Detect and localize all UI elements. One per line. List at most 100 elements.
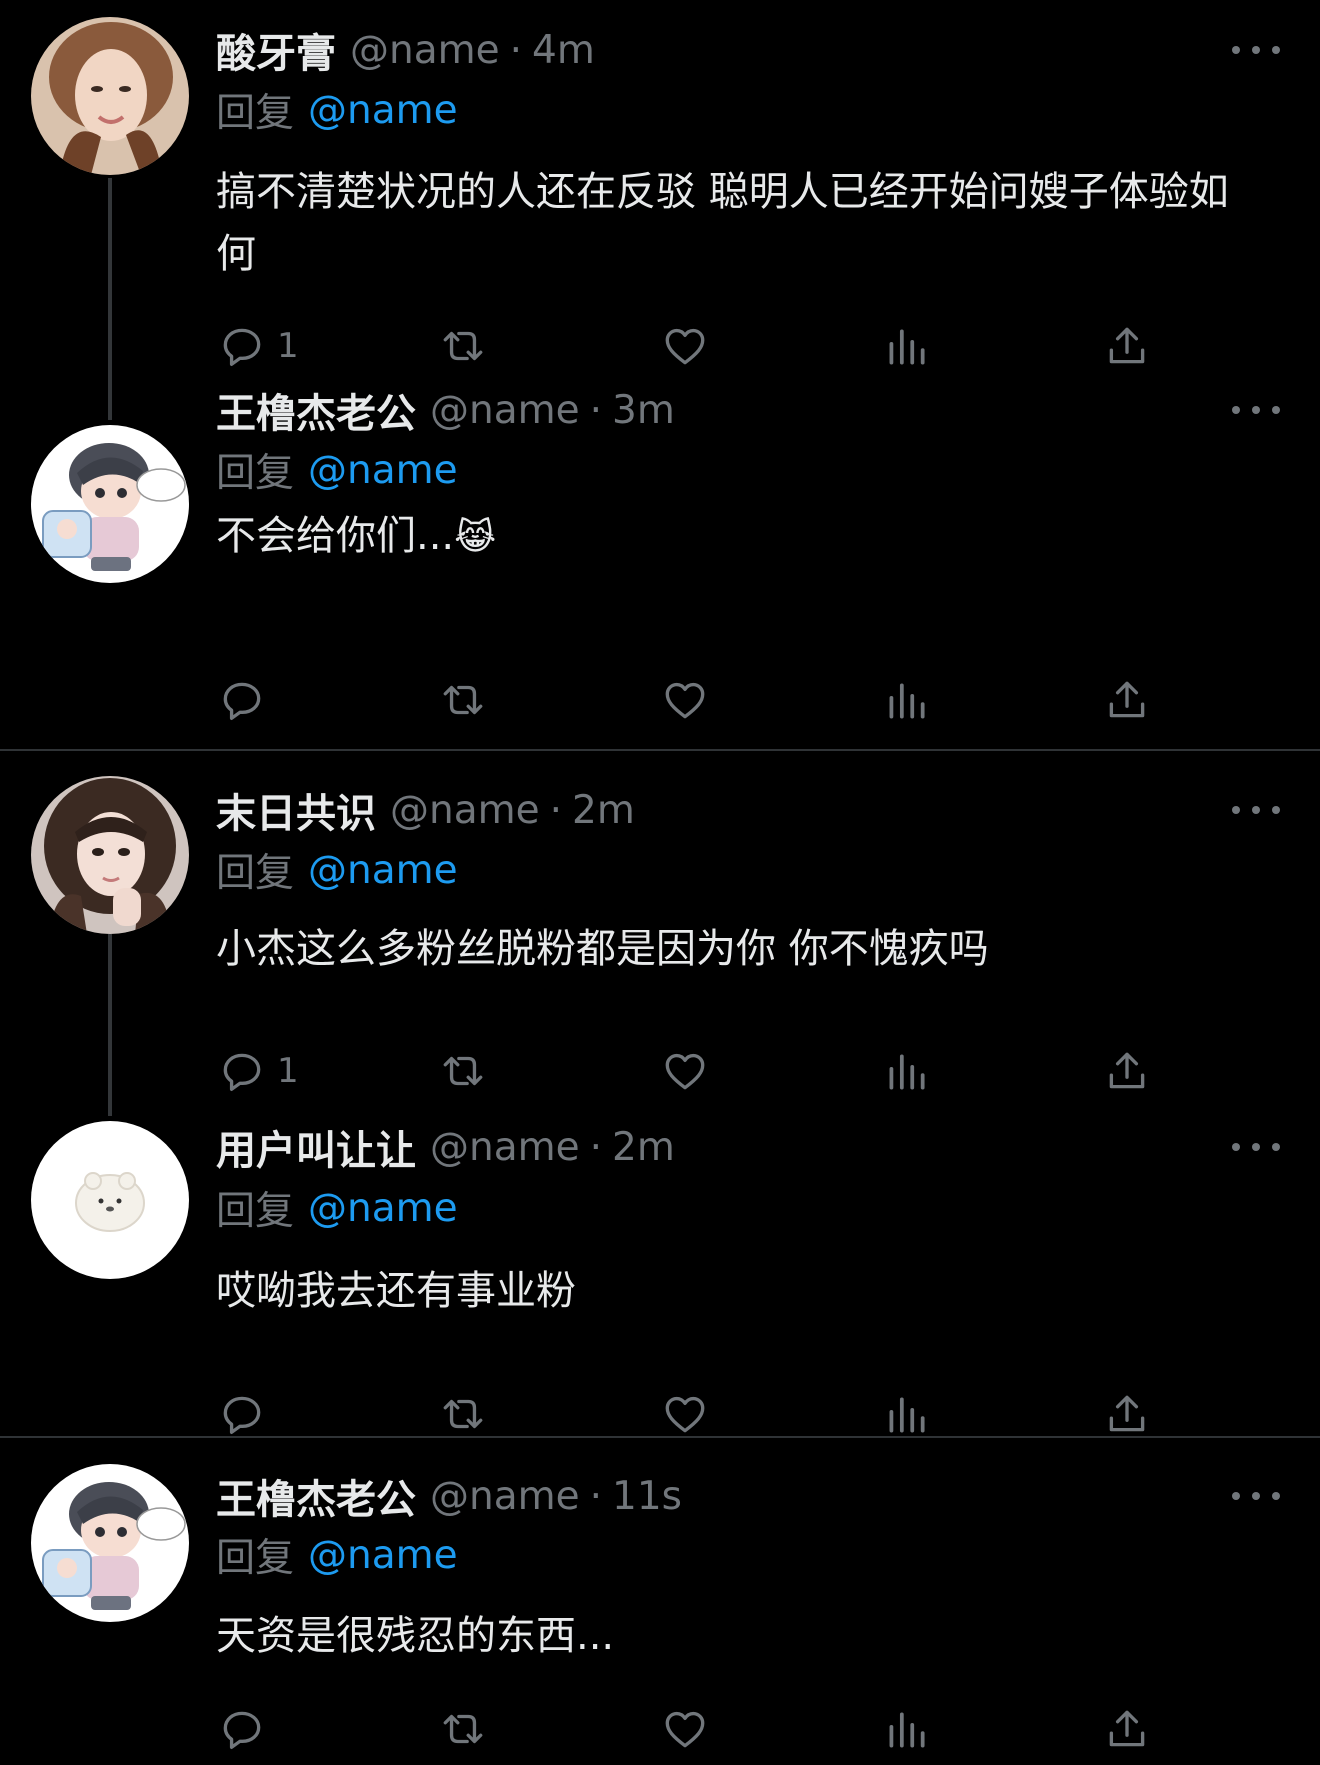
reply-prefix: 回复	[216, 91, 295, 136]
timestamp[interactable]: 4m	[532, 28, 595, 73]
reply-mention-link[interactable]: @name	[308, 448, 458, 493]
reply-mention-link[interactable]: @name	[308, 1533, 458, 1578]
reply-prefix: 回复	[216, 1536, 295, 1581]
reply-button[interactable]	[217, 1701, 277, 1757]
retweet-button[interactable]	[438, 672, 488, 728]
separator-dot: ·	[589, 387, 603, 433]
reply-button[interactable]	[217, 672, 277, 728]
action-bar	[0, 672, 1320, 728]
tweet-text-content: 不会给你们...	[216, 513, 455, 559]
avatar[interactable]	[31, 1121, 189, 1279]
share-button[interactable]	[1102, 318, 1152, 374]
share-upload-icon	[1109, 327, 1145, 364]
tweet-header: 酸牙膏 @name · 4m	[216, 22, 595, 78]
reply-bubble-icon	[223, 682, 261, 720]
separator-dot: ·	[509, 27, 523, 73]
display-name[interactable]: 酸牙膏	[216, 21, 336, 79]
reply-feed: 酸牙膏 @name · 4m 回复 @name 搞不清楚状况的人还在反驳 聪明人…	[0, 0, 1320, 1765]
more-dots-icon[interactable]	[1232, 30, 1280, 70]
more-dots-icon[interactable]	[1232, 1127, 1280, 1167]
share-button[interactable]	[1102, 1386, 1152, 1442]
share-button[interactable]	[1102, 1701, 1152, 1757]
share-upload-icon	[1109, 1710, 1145, 1747]
avatar[interactable]	[31, 425, 189, 583]
avatar[interactable]	[31, 1464, 189, 1622]
timestamp[interactable]: 2m	[612, 1125, 675, 1170]
reply-prefix: 回复	[216, 451, 295, 496]
like-button[interactable]	[660, 672, 710, 728]
user-handle[interactable]: @name	[430, 1125, 580, 1170]
display-name[interactable]: 末日共识	[216, 781, 376, 839]
tweet-item[interactable]: 王橹杰老公 @name · 11s 回复 @name 天资是很残忍的东西...	[0, 1438, 1320, 1765]
views-bar-chart-icon	[889, 1712, 925, 1748]
retweet-button[interactable]	[438, 1386, 488, 1442]
views-bar-chart-icon	[889, 683, 925, 719]
replying-to: 回复 @name	[216, 442, 458, 498]
retweet-button[interactable]	[438, 1043, 488, 1099]
timestamp[interactable]: 3m	[612, 388, 675, 433]
replying-to: 回复 @name	[216, 842, 458, 898]
tweet-header: 用户叫让让 @name · 2m	[216, 1119, 675, 1175]
tweet-header: 王橹杰老公 @name · 3m	[216, 382, 675, 438]
reply-count: 1	[277, 1051, 299, 1091]
tweet-text: 搞不清楚状况的人还在反驳 聪明人已经开始问嫂子体验如何	[216, 169, 1229, 277]
views-bar-chart-icon	[889, 1054, 925, 1090]
action-bar	[0, 1701, 1320, 1757]
white-bun-avatar	[31, 1121, 189, 1279]
user-handle[interactable]: @name	[430, 1474, 580, 1519]
reply-mention-link[interactable]: @name	[308, 848, 458, 893]
like-button[interactable]	[660, 318, 710, 374]
tweet-item[interactable]: 王橹杰老公 @name · 3m 回复 @name 不会给你们...😹	[0, 388, 1320, 750]
display-name[interactable]: 用户叫让让	[216, 1118, 416, 1176]
display-name[interactable]: 王橹杰老公	[216, 381, 416, 439]
share-button[interactable]	[1102, 672, 1152, 728]
retweet-button[interactable]	[438, 1701, 488, 1757]
views-button[interactable]	[881, 1386, 931, 1442]
display-name[interactable]: 王橹杰老公	[216, 1467, 416, 1525]
retweet-icon	[443, 331, 483, 361]
like-button[interactable]	[660, 1701, 710, 1757]
retweet-icon	[443, 1399, 483, 1429]
share-upload-icon	[1109, 1395, 1145, 1432]
user-handle[interactable]: @name	[390, 788, 540, 833]
reply-bubble-icon	[223, 1711, 261, 1749]
action-bar: 1	[0, 1043, 1320, 1099]
reply-button[interactable]: 1	[217, 1043, 299, 1099]
girl-photo-avatar	[31, 776, 189, 934]
tweet-item[interactable]: 末日共识 @name · 2m 回复 @name 小杰这么多粉丝脱粉都是因为你 …	[0, 751, 1320, 1121]
heart-icon	[665, 1396, 705, 1433]
like-button[interactable]	[660, 1386, 710, 1442]
cartoon-boy-avatar	[31, 425, 189, 583]
views-bar-chart-icon	[889, 1397, 925, 1433]
more-dots-icon[interactable]	[1232, 390, 1280, 430]
tweet-item[interactable]: 酸牙膏 @name · 4m 回复 @name 搞不清楚状况的人还在反驳 聪明人…	[0, 0, 1320, 420]
timestamp[interactable]: 11s	[612, 1474, 682, 1519]
reply-button[interactable]	[217, 1386, 277, 1442]
more-dots-icon[interactable]	[1232, 790, 1280, 830]
reply-button[interactable]: 1	[217, 318, 299, 374]
views-button[interactable]	[881, 1043, 931, 1099]
views-button[interactable]	[881, 1701, 931, 1757]
user-handle[interactable]: @name	[430, 388, 580, 433]
laughing-cat-emoji: 😹	[454, 517, 497, 558]
tweet-item[interactable]: 用户叫让让 @name · 2m 回复 @name 哎呦我去还有事业粉	[0, 1121, 1320, 1437]
user-handle[interactable]: @name	[350, 28, 500, 73]
woman-photo-avatar	[31, 17, 189, 175]
like-button[interactable]	[660, 1043, 710, 1099]
avatar[interactable]	[31, 776, 189, 934]
reply-mention-link[interactable]: @name	[308, 1186, 458, 1231]
share-button[interactable]	[1102, 1043, 1152, 1099]
views-button[interactable]	[881, 672, 931, 728]
more-dots-icon[interactable]	[1232, 1476, 1280, 1516]
cartoon-boy-avatar	[31, 1464, 189, 1622]
timestamp[interactable]: 2m	[572, 788, 635, 833]
action-bar	[0, 1386, 1320, 1442]
share-upload-icon	[1109, 681, 1145, 718]
replying-to: 回复 @name	[216, 1180, 458, 1236]
separator-dot: ·	[549, 787, 563, 833]
reply-mention-link[interactable]: @name	[308, 88, 458, 133]
thread-connector-line	[108, 178, 112, 420]
views-button[interactable]	[881, 318, 931, 374]
avatar[interactable]	[31, 17, 189, 175]
retweet-button[interactable]	[438, 318, 488, 374]
